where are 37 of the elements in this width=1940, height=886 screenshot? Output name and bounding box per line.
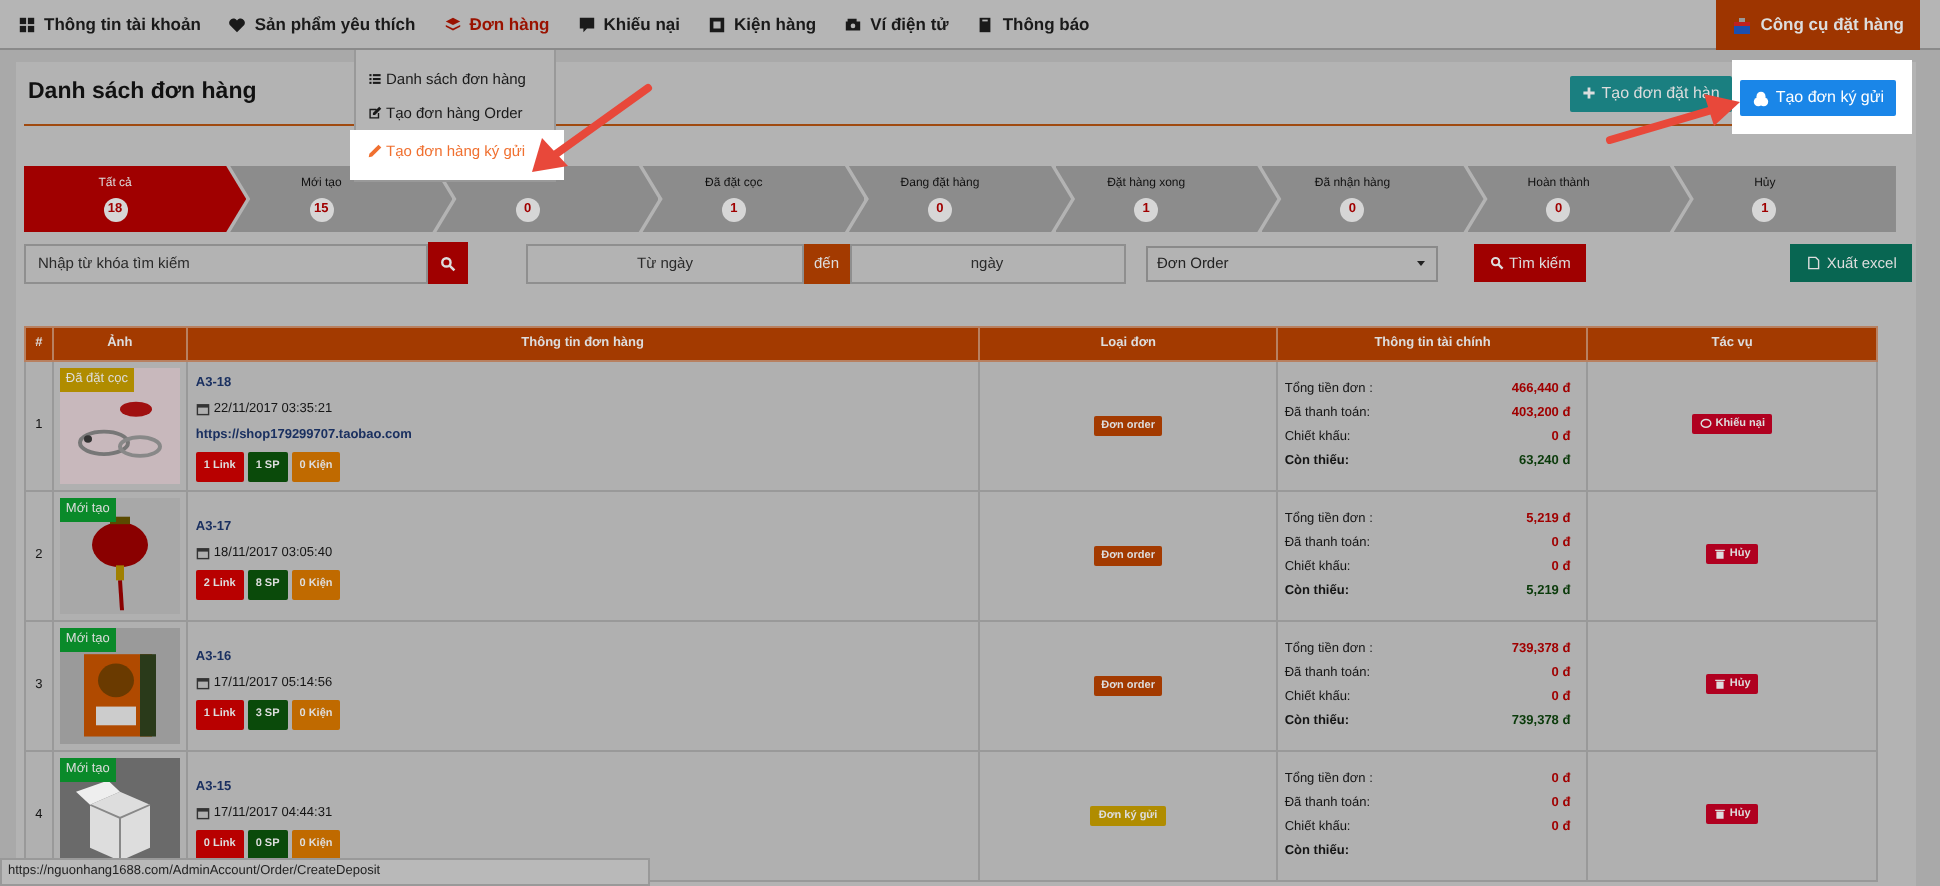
calendar-icon	[195, 402, 210, 416]
cubes-icon	[1751, 89, 1770, 107]
search-button[interactable]	[428, 242, 468, 284]
toolbox-icon	[1732, 15, 1753, 35]
nav-item[interactable]: Đơn hàng	[429, 0, 564, 50]
edit-icon	[368, 106, 382, 120]
nav-item[interactable]: Khiếu nại	[563, 0, 694, 50]
file-icon	[1806, 256, 1821, 270]
chat-icon	[577, 16, 596, 34]
nav-item[interactable]: Thông tin tài khoản	[4, 0, 215, 50]
arrow	[532, 84, 652, 172]
trash-icon	[1713, 808, 1726, 821]
package-icon	[708, 16, 726, 34]
search-icon	[440, 255, 456, 271]
grid-icon	[18, 16, 36, 34]
tool-menu[interactable]: Công cụ đặt hàng	[1716, 0, 1920, 50]
caret-icon	[1415, 258, 1426, 269]
nav-item[interactable]: Kiện hàng	[694, 0, 831, 50]
wallet-icon	[844, 16, 863, 34]
page-title: Danh sách đơn hàng	[28, 77, 257, 108]
calendar-icon	[195, 675, 210, 689]
book-icon	[976, 16, 995, 34]
nav-item[interactable]: Sản phẩm yêu thích	[214, 0, 430, 50]
list-icon	[368, 72, 382, 86]
nav-item[interactable]: Thông báo	[962, 0, 1104, 50]
nav-item[interactable]: Ví điện tử	[830, 0, 963, 50]
trash-icon	[1713, 548, 1726, 561]
calendar-icon	[195, 805, 210, 819]
trash-icon	[1713, 678, 1726, 691]
pencil-icon	[368, 144, 382, 158]
search-icon	[1489, 256, 1504, 270]
calendar-icon	[195, 545, 210, 559]
heart-icon	[228, 16, 247, 34]
plus-icon	[1581, 86, 1596, 100]
chat-icon	[1699, 418, 1712, 431]
create-deposit-button[interactable]: Tạo đơn ký gửi	[1739, 80, 1896, 116]
stack-icon	[443, 16, 462, 34]
